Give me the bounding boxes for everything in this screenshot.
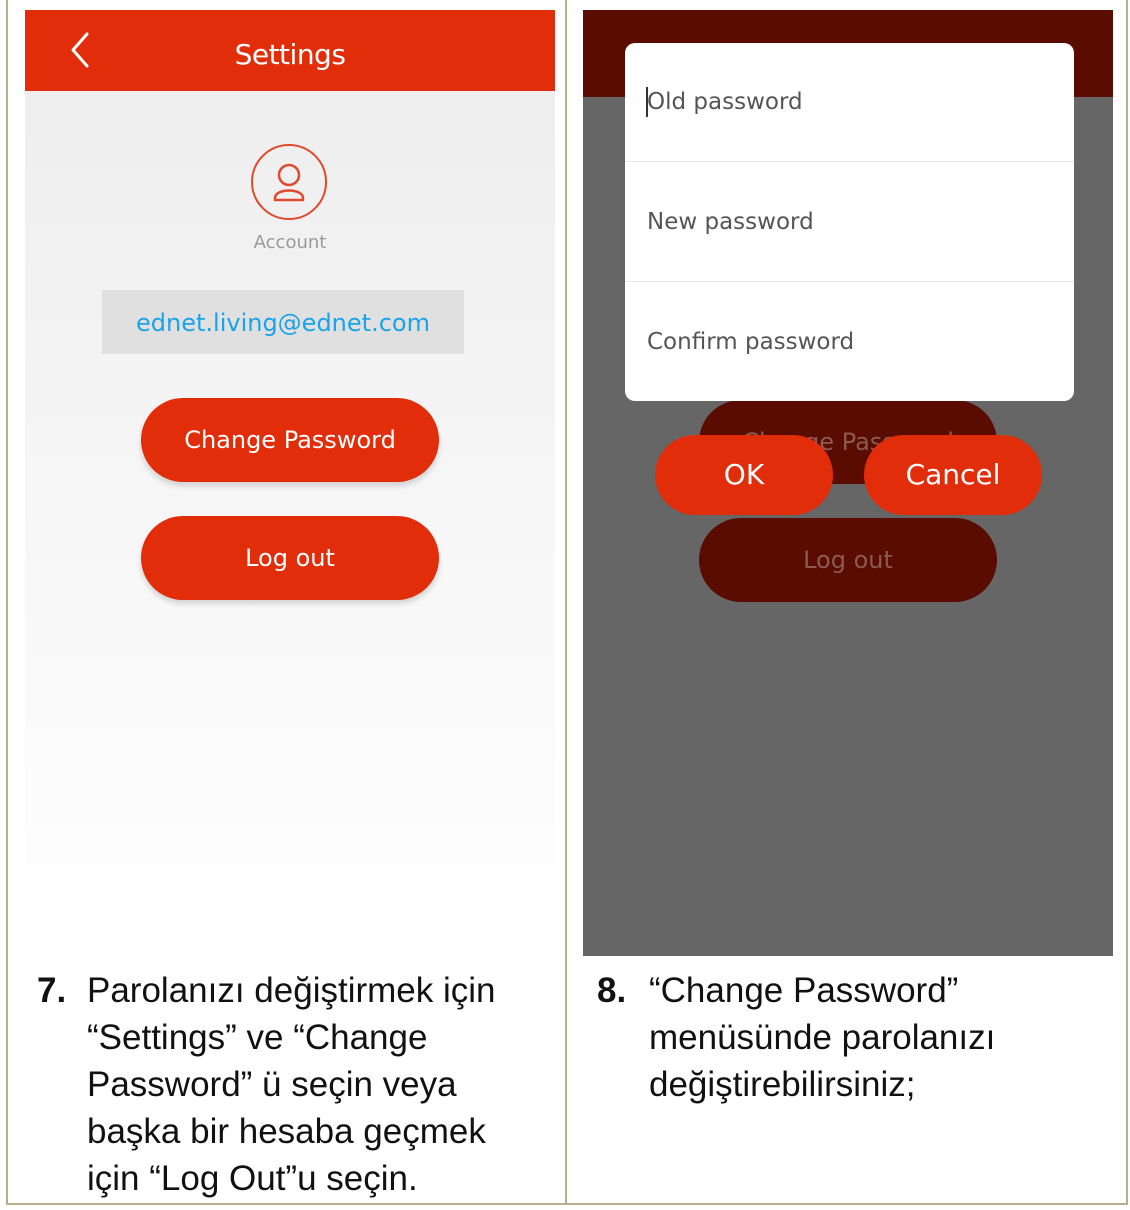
account-email: ednet.living@ednet.com [102, 290, 464, 354]
old-password-placeholder: Old password [647, 89, 803, 115]
change-password-screen: Change Password Log out Old password New… [583, 10, 1113, 956]
step-text: Parolanızı değiştirmek için “Settings” v… [87, 971, 496, 1198]
cancel-button[interactable]: Cancel [864, 435, 1042, 515]
change-password-dialog: Old password New password Confirm passwo… [625, 43, 1074, 401]
settings-header: Settings [25, 10, 555, 91]
dimmed-logout-button: Log out [699, 518, 997, 602]
new-password-placeholder: New password [647, 209, 814, 235]
confirm-password-placeholder: Confirm password [647, 329, 855, 355]
step-number: 7. [37, 971, 67, 1010]
old-password-field[interactable]: Old password [625, 43, 1074, 162]
step-number: 8. [597, 971, 627, 1010]
ok-button[interactable]: OK [655, 435, 833, 515]
confirm-password-field[interactable]: Confirm password [625, 283, 1074, 402]
page-title: Settings [234, 38, 346, 71]
step-7-caption: 7. Parolanızı değiştirmek için “Settings… [37, 967, 557, 1198]
column-divider [565, 0, 567, 1205]
account-avatar[interactable] [251, 144, 327, 220]
step-8-caption: 8. “Change Password” menüsünde parolanız… [597, 967, 1117, 1197]
step-text: “Change Password” menüsünde parolanızı d… [649, 971, 996, 1104]
logout-button[interactable]: Log out [141, 516, 439, 600]
user-icon [273, 163, 305, 202]
change-password-button[interactable]: Change Password [141, 398, 439, 482]
settings-screen: Settings Account ednet.living@ednet.com … [25, 10, 555, 950]
account-label: Account [253, 232, 327, 253]
new-password-field[interactable]: New password [625, 163, 1074, 282]
